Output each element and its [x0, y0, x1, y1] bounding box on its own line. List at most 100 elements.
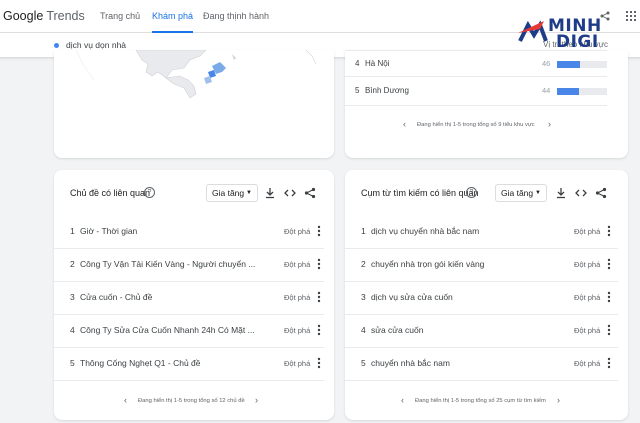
google-trends-logo[interactable]: Google Trends: [3, 9, 85, 23]
download-icon[interactable]: [264, 187, 276, 199]
more-vert-icon[interactable]: [607, 357, 611, 369]
card-title: Cụm từ tìm kiếm có liên quan: [361, 188, 479, 198]
query-row[interactable]: 5 chuyển nhà bắc nam Đột phá: [345, 347, 628, 379]
breakout-badge: Đột phá: [284, 227, 311, 236]
nav-explore[interactable]: Khám phá: [152, 0, 194, 33]
row-index: 3: [70, 292, 75, 302]
row-text[interactable]: dịch vụ sửa cửa cuốn: [371, 292, 453, 302]
breakout-badge: Đột phá: [574, 326, 601, 335]
brand-line-2: DIGI: [556, 32, 599, 52]
logo-google-text: Google: [3, 9, 44, 23]
more-vert-icon[interactable]: [317, 225, 321, 237]
embed-code-icon[interactable]: [284, 187, 296, 199]
row-index: 2: [361, 259, 366, 269]
region-bar-fill: [557, 61, 580, 68]
caret-down-icon: ▼: [535, 190, 541, 196]
breakout-badge: Đột phá: [284, 326, 311, 335]
more-vert-icon[interactable]: [317, 291, 321, 303]
region-row[interactable]: 4 Hà Nội 46: [345, 50, 628, 78]
row-index: 1: [361, 226, 366, 236]
breakout-badge: Đột phá: [574, 260, 601, 269]
share-icon[interactable]: [595, 187, 607, 199]
row-text[interactable]: chuyển nhà trọn gói kiến vàng: [371, 259, 484, 269]
help-icon[interactable]: ?: [466, 187, 477, 198]
card-title: Chủ đề có liên quan: [70, 188, 151, 198]
help-icon[interactable]: ?: [144, 187, 155, 198]
breakout-badge: Đột phá: [284, 293, 311, 302]
region-bar: [557, 61, 607, 68]
prev-page-icon[interactable]: ‹: [401, 395, 404, 405]
more-vert-icon[interactable]: [607, 291, 611, 303]
sort-select-value: Gia tăng: [501, 188, 534, 198]
nav-trending[interactable]: Đang thịnh hành: [203, 0, 269, 33]
more-vert-icon[interactable]: [607, 258, 611, 270]
row-text[interactable]: Công Ty Vận Tải Kiến Vàng - Người chuyển…: [80, 259, 255, 269]
query-row[interactable]: 3 dịch vụ sửa cửa cuốn Đột phá: [345, 281, 628, 313]
more-vert-icon[interactable]: [317, 324, 321, 336]
region-name: Hà Nội: [365, 59, 390, 68]
region-pager: Đang hiển thị 1-5 trong tổng số 9 tiểu k…: [417, 122, 535, 128]
topic-row[interactable]: 3 Cửa cuốn - Chủ đề Đột phá: [54, 281, 334, 313]
row-index: 4: [70, 325, 75, 335]
caret-down-icon: ▼: [246, 190, 252, 196]
queries-pager: Đang hiển thị 1-5 trong tổng số 25 cụm t…: [415, 398, 546, 404]
logo-trends-text: Trends: [46, 9, 85, 23]
breakout-badge: Đột phá: [574, 359, 601, 368]
next-page-icon[interactable]: ›: [255, 395, 258, 405]
term-color-dot: [54, 43, 59, 48]
related-topics-card: Chủ đề có liên quan ? Gia tăng ▼ 1 Giờ -…: [54, 170, 334, 420]
more-vert-icon[interactable]: [607, 225, 611, 237]
sort-select[interactable]: Gia tăng ▼: [495, 184, 547, 202]
more-vert-icon[interactable]: [317, 258, 321, 270]
share-icon[interactable]: [304, 187, 316, 199]
search-term[interactable]: dịch vụ dọn nhà: [66, 40, 126, 50]
row-index: 1: [70, 226, 75, 236]
row-text[interactable]: sửa cửa cuốn: [371, 325, 424, 335]
nav-home[interactable]: Trang chủ: [100, 0, 140, 33]
breakout-badge: Đột phá: [284, 359, 311, 368]
region-list-card: 4 Hà Nội 46 5 Bình Dương 44 ‹ Đang hiển …: [345, 50, 628, 158]
row-divider: [345, 105, 607, 106]
next-page-icon[interactable]: ›: [557, 395, 560, 405]
row-text[interactable]: chuyển nhà bắc nam: [371, 358, 450, 368]
more-vert-icon[interactable]: [317, 357, 321, 369]
embed-code-icon[interactable]: [575, 187, 587, 199]
region-name: Bình Dương: [365, 86, 409, 95]
breakout-badge: Đột phá: [574, 293, 601, 302]
region-value: 46: [542, 59, 551, 68]
region-bar-fill: [557, 88, 579, 95]
prev-page-icon[interactable]: ‹: [124, 395, 127, 405]
query-row[interactable]: 4 sửa cửa cuốn Đột phá: [345, 314, 628, 346]
row-index: 4: [361, 325, 366, 335]
row-text[interactable]: Công Ty Sửa Cửa Cuốn Nhanh 24h Có Mặt ..…: [80, 325, 255, 335]
region-value: 44: [542, 86, 551, 95]
query-row[interactable]: 2 chuyển nhà trọn gói kiến vàng Đột phá: [345, 248, 628, 280]
row-index: 5: [70, 358, 75, 368]
next-page-icon[interactable]: ›: [548, 119, 551, 129]
more-vert-icon[interactable]: [607, 324, 611, 336]
sort-select-value: Gia tăng: [212, 188, 245, 198]
prev-page-icon[interactable]: ‹: [403, 119, 406, 129]
row-text[interactable]: Thông Cống Nghẹt Q1 - Chủ đề: [80, 358, 201, 368]
region-index: 5: [355, 86, 360, 95]
topic-row[interactable]: 4 Công Ty Sửa Cửa Cuốn Nhanh 24h Có Mặt …: [54, 314, 334, 346]
download-icon[interactable]: [555, 187, 567, 199]
breakout-badge: Đột phá: [284, 260, 311, 269]
row-index: 2: [70, 259, 75, 269]
region-bar: [557, 88, 607, 95]
region-row[interactable]: 5 Bình Dương 44: [345, 77, 628, 105]
row-text[interactable]: Cửa cuốn - Chủ đề: [80, 292, 152, 302]
query-row[interactable]: 1 dịch vụ chuyển nhà bắc nam Đột phá: [345, 215, 628, 247]
region-index: 4: [355, 59, 360, 68]
row-index: 5: [361, 358, 366, 368]
topic-row[interactable]: 2 Công Ty Vận Tải Kiến Vàng - Người chuy…: [54, 248, 334, 280]
row-text[interactable]: dịch vụ chuyển nhà bắc nam: [371, 226, 479, 236]
row-divider: [345, 380, 618, 381]
breakout-badge: Đột phá: [574, 227, 601, 236]
topic-row[interactable]: 5 Thông Cống Nghẹt Q1 - Chủ đề Đột phá: [54, 347, 334, 379]
topic-row[interactable]: 1 Giờ - Thời gian Đột phá: [54, 215, 334, 247]
row-text[interactable]: Giờ - Thời gian: [80, 226, 137, 236]
topics-pager: Đang hiển thị 1-5 trong tổng số 12 chủ đ…: [138, 398, 245, 404]
region-map[interactable]: [76, 50, 326, 102]
sort-select[interactable]: Gia tăng ▼: [206, 184, 258, 202]
